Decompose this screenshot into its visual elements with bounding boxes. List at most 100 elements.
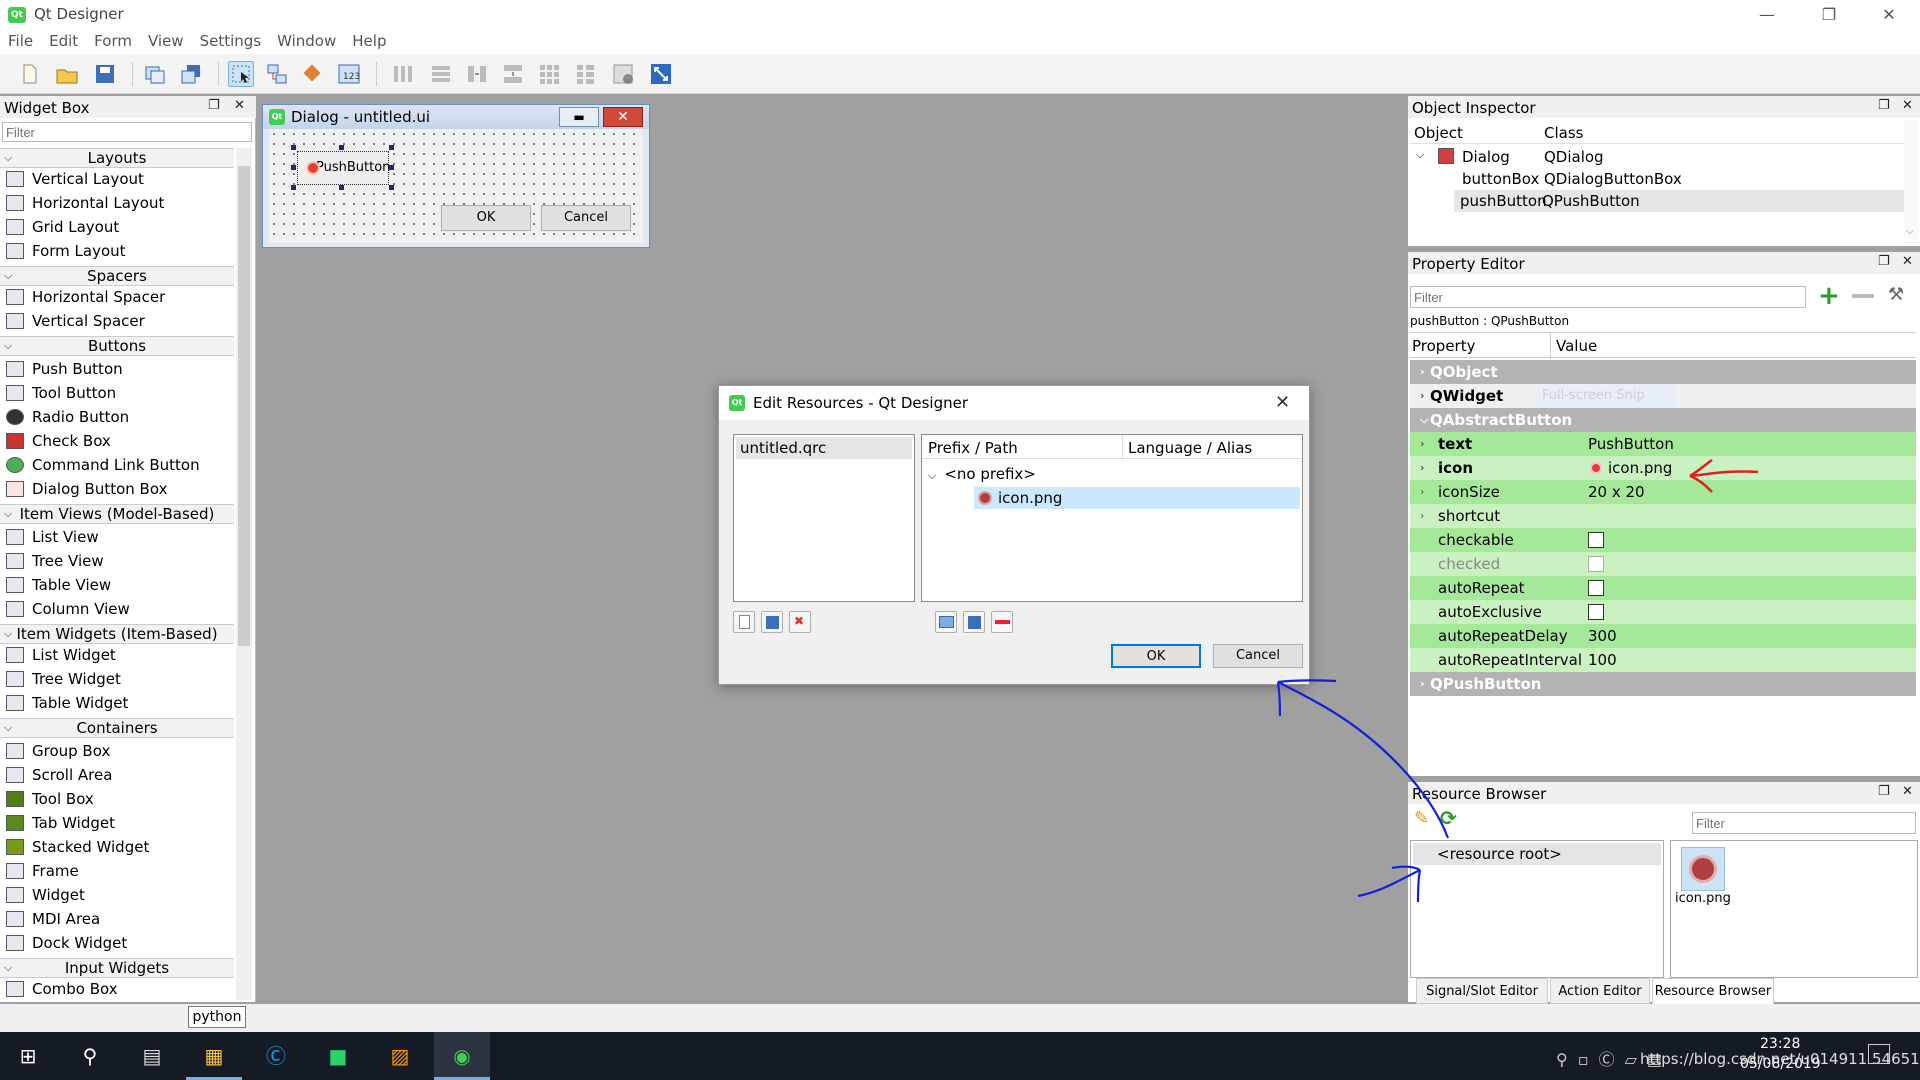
edit-signals-button[interactable] [264, 61, 290, 87]
close-icon[interactable]: ✕ [1275, 392, 1290, 413]
skype-icon[interactable]: Ⓒ [248, 1032, 304, 1080]
menu-form[interactable]: Form [86, 30, 140, 50]
edit-tab-order-button[interactable]: 123 [336, 61, 362, 87]
item-form-layout[interactable]: Form Layout [6, 240, 126, 262]
item-stacked-widget[interactable]: Stacked Widget [6, 836, 149, 858]
float-icon[interactable]: ❐ [1878, 98, 1890, 113]
layout-v-splitter-button[interactable] [500, 61, 526, 87]
new-resource-file-button[interactable] [733, 611, 755, 633]
object-inspector-scrollbar[interactable]: ⌵ [1904, 120, 1918, 244]
prop-autorepeatinterval[interactable]: autoRepeatInterval 100 [1410, 648, 1916, 672]
open-form-button[interactable] [54, 61, 80, 87]
prop-checked[interactable]: checked [1410, 552, 1916, 576]
float-icon[interactable]: ❐ [1878, 784, 1890, 799]
menu-file[interactable]: File [0, 30, 41, 50]
item-tree-view[interactable]: Tree View [6, 550, 104, 572]
item-radio-button[interactable]: Radio Button [6, 406, 129, 428]
form-ok-button[interactable]: OK [441, 205, 531, 231]
qrc-file-list[interactable]: untitled.qrc [733, 434, 915, 602]
tab-signal-slot-editor[interactable]: Signal/Slot Editor [1416, 978, 1548, 1004]
item-tab-widget[interactable]: Tab Widget [6, 812, 115, 834]
float-icon[interactable]: ❐ [1878, 254, 1890, 269]
search-icon[interactable]: ⚲ [62, 1032, 118, 1080]
menu-settings[interactable]: Settings [192, 30, 270, 50]
prop-iconsize[interactable]: › iconSize 20 x 20 [1410, 480, 1916, 504]
widget-box-scrollbar[interactable] [236, 148, 252, 1000]
group-qabstractbutton[interactable]: ⌵ QAbstractButton [1410, 408, 1916, 432]
item-vertical-spacer[interactable]: Vertical Spacer [6, 310, 145, 332]
close-window-button[interactable]: ✕ [1866, 2, 1912, 28]
float-icon[interactable]: ❐ [208, 98, 220, 113]
item-tool-button[interactable]: Tool Button [6, 382, 116, 404]
resources-cancel-button[interactable]: Cancel [1213, 644, 1303, 668]
prefix-node[interactable]: ⌵ <no prefix> [928, 463, 1036, 485]
add-prefix-button[interactable] [935, 611, 957, 633]
menu-view[interactable]: View [140, 30, 192, 50]
prop-checkable[interactable]: checkable [1410, 528, 1916, 552]
tab-action-editor[interactable]: Action Editor [1550, 978, 1650, 1004]
item-tree-widget[interactable]: Tree Widget [6, 668, 121, 690]
menu-help[interactable]: Help [344, 30, 394, 50]
prop-autorepeatdelay[interactable]: autoRepeatDelay 300 [1410, 624, 1916, 648]
item-command-link-button[interactable]: Command Link Button [6, 454, 200, 476]
menu-edit[interactable]: Edit [41, 30, 86, 50]
windows-start-icon[interactable]: ⊞ [0, 1032, 56, 1080]
resource-files-view[interactable]: icon.png [1670, 840, 1918, 978]
item-frame[interactable]: Frame [6, 860, 79, 882]
form-push-button[interactable]: PushButton [297, 151, 390, 185]
resource-root-item[interactable]: <resource root> [1413, 843, 1661, 865]
item-dock-widget[interactable]: Dock Widget [6, 932, 127, 954]
item-list-view[interactable]: List View [6, 526, 99, 548]
configure-wrench-icon[interactable]: ⚒ [1888, 284, 1904, 305]
edit-widgets-button[interactable] [228, 61, 254, 87]
layout-h-splitter-button[interactable] [464, 61, 490, 87]
resource-icon-tile[interactable]: icon.png [1675, 845, 1731, 907]
item-grid-layout[interactable]: Grid Layout [6, 216, 119, 238]
layout-vertical-button[interactable] [428, 61, 454, 87]
restore-button[interactable]: ❐ [1806, 2, 1852, 28]
checked-checkbox[interactable] [1588, 556, 1604, 572]
open-resource-file-button[interactable] [761, 611, 783, 633]
add-dynamic-property-icon[interactable]: + [1818, 282, 1840, 310]
qt-designer-taskbar-icon[interactable]: ◉ [434, 1032, 490, 1080]
item-table-widget[interactable]: Table Widget [6, 692, 128, 714]
prop-autorepeat[interactable]: autoRepeat [1410, 576, 1916, 600]
tree-row-dialog[interactable]: ⌵ Dialog QDialog [1410, 146, 1904, 168]
close-icon[interactable]: ✕ [1902, 784, 1913, 799]
form-cancel-button[interactable]: Cancel [541, 205, 631, 231]
folder-icon[interactable]: ▦ [186, 1032, 242, 1080]
prop-text[interactable]: › text PushButton [1410, 432, 1916, 456]
item-scroll-area[interactable]: Scroll Area [6, 764, 112, 786]
minimize-icon[interactable]: ▬ [559, 107, 599, 127]
layout-horizontal-button[interactable] [390, 61, 416, 87]
reload-icon[interactable]: ⟳ [1440, 806, 1457, 830]
category-containers[interactable]: ⌵ Containers [0, 718, 234, 738]
qrc-file-item[interactable]: untitled.qrc [736, 437, 912, 459]
item-combo-box[interactable]: Combo Box [6, 978, 118, 1000]
property-filter-input[interactable] [1410, 286, 1806, 308]
item-dialog-button-box[interactable]: Dialog Button Box [6, 478, 167, 500]
group-qwidget[interactable]: › QWidget Full-screen Snip [1410, 384, 1916, 408]
form-dialog-window[interactable]: Qt Dialog - untitled.ui ▬ ✕ PushButton O… [262, 104, 650, 248]
layout-grid-button[interactable] [536, 61, 562, 87]
item-table-view[interactable]: Table View [6, 574, 111, 596]
category-buttons[interactable]: ⌵ Buttons [0, 336, 234, 356]
form-canvas[interactable]: PushButton OK Cancel [269, 129, 643, 243]
add-files-button[interactable] [963, 611, 985, 633]
checkable-checkbox[interactable] [1588, 532, 1604, 548]
pycharm-icon[interactable]: ■ [310, 1032, 366, 1080]
resource-tree-view[interactable]: <resource root> [1410, 840, 1664, 978]
remove-property-icon[interactable] [1852, 294, 1874, 298]
autoexclusive-checkbox[interactable] [1588, 604, 1604, 620]
tree-row-pushbutton[interactable]: pushButton QPushButton [1454, 190, 1904, 212]
save-form-button[interactable] [92, 61, 118, 87]
close-icon[interactable]: ✕ [1902, 98, 1913, 113]
prop-shortcut[interactable]: › shortcut [1410, 504, 1916, 528]
bring-front-button[interactable] [142, 61, 168, 87]
minimize-button[interactable]: — [1744, 2, 1790, 28]
item-column-view[interactable]: Column View [6, 598, 130, 620]
prop-icon[interactable]: › icon icon.png [1410, 456, 1916, 480]
adjust-size-button[interactable] [648, 61, 674, 87]
tree-row-buttonbox[interactable]: buttonBox QDialogButtonBox [1410, 168, 1904, 190]
close-icon[interactable]: ✕ [603, 107, 643, 127]
